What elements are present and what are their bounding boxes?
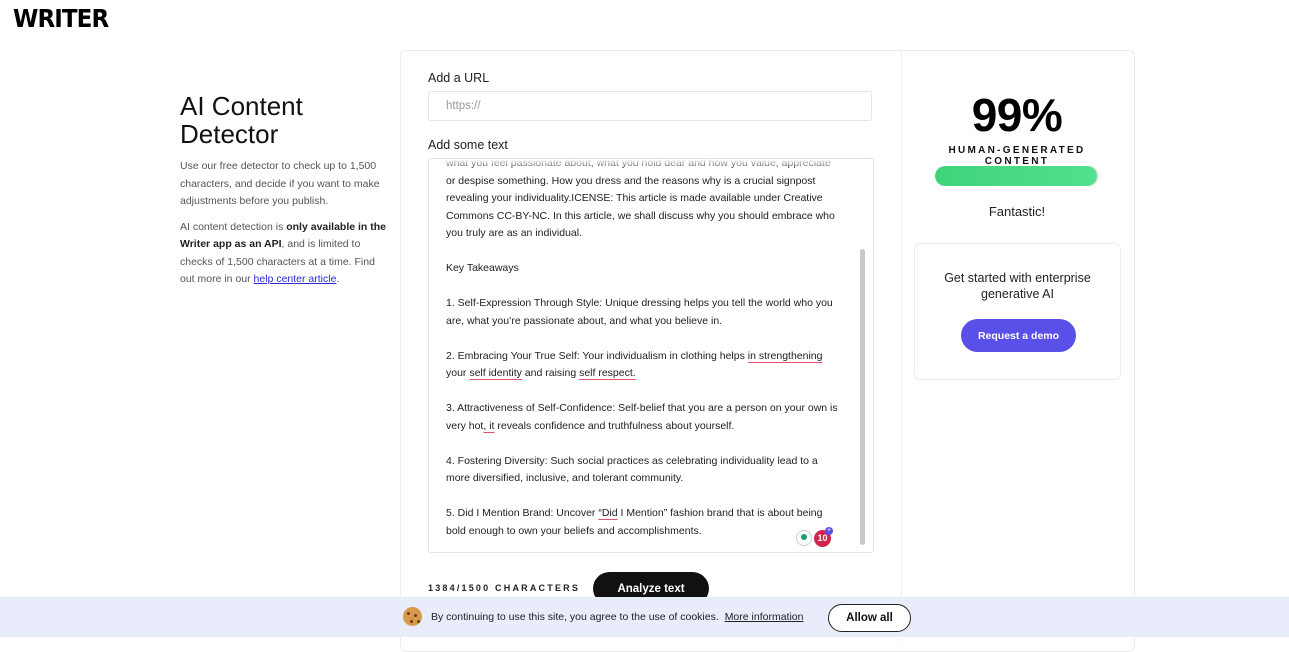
url-label: Add a URL bbox=[428, 71, 490, 85]
text-segment: reveals confidence and truthfulness abou… bbox=[494, 419, 735, 432]
text-segment: and raising bbox=[521, 367, 580, 379]
text-paragraph: 3. Attractiveness of Self-Confidence: Se… bbox=[446, 400, 841, 435]
flagged-text[interactable]: , it bbox=[483, 420, 494, 432]
text-paragraph: what you feel passionate about, what you… bbox=[446, 159, 841, 243]
text-paragraph: Key Takeaways bbox=[446, 260, 841, 278]
text-paragraph: 2. Embracing Your True Self: Your indivi… bbox=[446, 348, 841, 383]
api-note: AI content detection is only available i… bbox=[180, 219, 390, 289]
intro-panel: AI Content Detector Use our free detecto… bbox=[180, 92, 390, 297]
text-content: what you feel passionate about, what you… bbox=[446, 159, 841, 552]
enterprise-promo: Get started with enterprise generative A… bbox=[914, 243, 1121, 380]
character-count: 1384/1500 CHARACTERS bbox=[428, 583, 581, 593]
allow-all-button[interactable]: Allow all bbox=[828, 604, 911, 632]
text-label: Add some text bbox=[428, 138, 508, 152]
flagged-text[interactable]: “Did bbox=[598, 507, 617, 519]
result-label: HUMAN-GENERATED CONTENT bbox=[948, 145, 1086, 167]
request-demo-button[interactable]: Request a demo bbox=[961, 319, 1076, 352]
text-paragraph: 1. Self-Expression Through Style: Unique… bbox=[446, 295, 841, 330]
text-input[interactable]: what you feel passionate about, what you… bbox=[428, 158, 874, 553]
text-segment: 1. Self-Expression Through Style: Unique… bbox=[446, 297, 833, 327]
writer-logo[interactable]: WRITER bbox=[13, 4, 109, 33]
more-information-link[interactable]: More information bbox=[725, 611, 804, 623]
result-bar-fill bbox=[935, 166, 1098, 186]
text-segment: 2. Embracing Your True Self: Your indivi… bbox=[446, 349, 748, 362]
help-center-link[interactable]: help center article bbox=[254, 273, 337, 285]
text-segment: 5. Did I Mention Brand: Uncover bbox=[446, 507, 599, 519]
page-title: AI Content Detector bbox=[180, 91, 303, 149]
text-scrollbar[interactable] bbox=[860, 249, 865, 545]
text-segment: 4. Fostering Diversity: Such social prac… bbox=[446, 454, 818, 485]
text-segment: Key Takeaways bbox=[446, 262, 519, 274]
flagged-text[interactable]: in strengthening bbox=[748, 350, 823, 362]
text-segment: your bbox=[446, 367, 470, 379]
text-segment: what you feel passionate about, what you… bbox=[446, 159, 835, 239]
intro-description: Use our free detector to check up to 1,5… bbox=[180, 160, 380, 207]
cookie-message: By continuing to use this site, you agre… bbox=[431, 611, 719, 623]
cookie-icon bbox=[403, 607, 422, 626]
text-paragraph: 5. Did I Mention Brand: Uncover “Did I M… bbox=[446, 505, 841, 540]
url-input[interactable]: https:// bbox=[428, 91, 872, 121]
text-paragraph: 4. Fostering Diversity: Such social prac… bbox=[446, 453, 841, 488]
result-percentage: 99% bbox=[971, 89, 1063, 141]
grammar-assistant-icon[interactable] bbox=[796, 530, 812, 546]
plus-icon: + bbox=[825, 527, 833, 535]
api-note-prefix: AI content detection is bbox=[180, 220, 287, 233]
result-bar bbox=[935, 166, 1099, 186]
flagged-text[interactable]: self identity bbox=[469, 367, 522, 379]
promo-text: Get started with enterprise generative A… bbox=[944, 271, 1091, 301]
flagged-text[interactable]: self respect. bbox=[579, 367, 636, 379]
result-verdict: Fantastic! bbox=[988, 204, 1046, 219]
text-fade bbox=[429, 159, 873, 169]
cookie-text: By continuing to use this site, you agre… bbox=[431, 611, 803, 623]
api-note-suffix: . bbox=[336, 273, 340, 285]
card-divider bbox=[901, 51, 902, 641]
cookie-banner: By continuing to use this site, you agre… bbox=[0, 597, 1289, 637]
